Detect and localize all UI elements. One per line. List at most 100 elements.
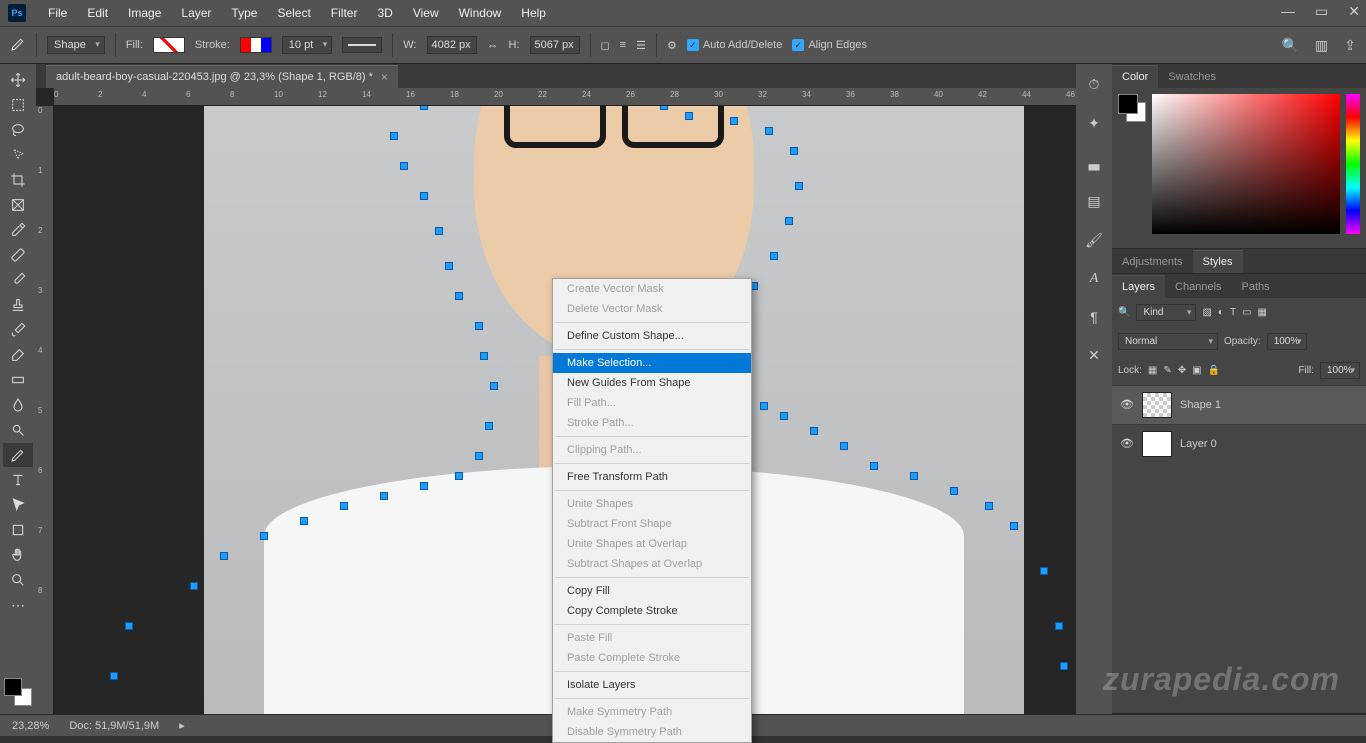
layer-row[interactable]: 👁Shape 1 — [1112, 385, 1366, 424]
anchor-point[interactable] — [490, 382, 498, 390]
tab-paths[interactable]: Paths — [1232, 276, 1280, 298]
anchor-point[interactable] — [190, 582, 198, 590]
menu-file[interactable]: File — [38, 2, 77, 24]
visibility-icon[interactable]: 👁 — [1120, 398, 1134, 412]
path-select-tool[interactable] — [3, 493, 33, 517]
frame-tool[interactable] — [3, 193, 33, 217]
anchor-point[interactable] — [380, 492, 388, 500]
lock-all-icon[interactable]: 🔒 — [1208, 365, 1220, 376]
context-item[interactable]: Free Transform Path — [553, 467, 751, 487]
lock-position-icon[interactable]: ✥ — [1178, 365, 1186, 376]
path-arrange-icon[interactable]: ☰ — [636, 39, 646, 52]
brushes-icon[interactable]: 🖌 — [1085, 232, 1103, 249]
anchor-point[interactable] — [785, 217, 793, 225]
stroke-swatch[interactable] — [240, 37, 272, 53]
type-tool[interactable] — [3, 468, 33, 492]
path-align-icon[interactable]: ≡ — [620, 39, 626, 51]
hand-tool[interactable] — [3, 543, 33, 567]
gear-icon[interactable]: ⚙ — [667, 39, 677, 52]
anchor-point[interactable] — [390, 132, 398, 140]
anchor-point[interactable] — [485, 422, 493, 430]
shape-tool[interactable] — [3, 518, 33, 542]
filter-image-icon[interactable]: ▧ — [1202, 307, 1211, 318]
anchor-point[interactable] — [475, 322, 483, 330]
context-item[interactable]: Isolate Layers — [553, 675, 751, 695]
anchor-point[interactable] — [985, 502, 993, 510]
layer-fill-input[interactable]: 100% — [1320, 362, 1360, 379]
opacity-input[interactable]: 100% — [1267, 333, 1307, 350]
history-icon[interactable]: ⏱ — [1089, 76, 1100, 93]
history-brush-tool[interactable] — [3, 318, 33, 342]
workspace-icon[interactable]: ▥ — [1315, 37, 1328, 54]
lock-transparent-icon[interactable]: ✎ — [1163, 365, 1171, 376]
tab-swatches[interactable]: Swatches — [1158, 66, 1226, 88]
anchor-point[interactable] — [455, 472, 463, 480]
edit-toolbar[interactable]: ⋯ — [3, 593, 33, 617]
anchor-point[interactable] — [795, 182, 803, 190]
tab-color[interactable]: Color — [1112, 65, 1158, 88]
tab-adjustments[interactable]: Adjustments — [1112, 251, 1193, 273]
anchor-point[interactable] — [110, 672, 118, 680]
anchor-point[interactable] — [420, 106, 428, 110]
anchor-point[interactable] — [1040, 567, 1048, 575]
anchor-point[interactable] — [480, 352, 488, 360]
pen-tool[interactable] — [3, 443, 33, 467]
menu-view[interactable]: View — [403, 2, 449, 24]
layer-thumbnail[interactable] — [1142, 431, 1172, 457]
lock-artboard-icon[interactable]: ▣ — [1192, 365, 1201, 376]
menu-type[interactable]: Type — [221, 2, 267, 24]
document-tab[interactable]: adult-beard-boy-casual-220453.jpg @ 23,3… — [46, 65, 398, 88]
context-item[interactable]: Copy Fill — [553, 581, 751, 601]
tab-layers[interactable]: Layers — [1112, 275, 1165, 298]
anchor-point[interactable] — [300, 517, 308, 525]
anchor-point[interactable] — [420, 482, 428, 490]
anchor-point[interactable] — [220, 552, 228, 560]
minimize-icon[interactable]: — — [1281, 3, 1295, 20]
tab-channels[interactable]: Channels — [1165, 276, 1231, 298]
color-picker[interactable] — [1152, 94, 1340, 234]
anchor-point[interactable] — [730, 117, 738, 125]
color-fgbg[interactable] — [1118, 94, 1146, 122]
properties-icon[interactable]: ▤ — [1087, 193, 1100, 210]
share-icon[interactable]: ⇪ — [1344, 37, 1356, 54]
close-tab-icon[interactable]: × — [381, 70, 388, 84]
character-icon[interactable]: A — [1090, 271, 1099, 287]
anchor-point[interactable] — [1010, 522, 1018, 530]
align-edges-checkbox[interactable]: ✓Align Edges — [792, 39, 867, 51]
menu-3d[interactable]: 3D — [367, 2, 402, 24]
histogram-icon[interactable]: ▃ — [1089, 154, 1100, 171]
stroke-style-select[interactable] — [342, 37, 382, 53]
navigator-icon[interactable]: ✦ — [1088, 115, 1100, 132]
height-input[interactable]: 5067 px — [530, 36, 580, 54]
anchor-point[interactable] — [765, 127, 773, 135]
maximize-icon[interactable]: ▭ — [1315, 3, 1328, 20]
crop-tool[interactable] — [3, 168, 33, 192]
menu-image[interactable]: Image — [118, 2, 171, 24]
gradient-tool[interactable] — [3, 368, 33, 392]
anchor-point[interactable] — [770, 252, 778, 260]
filter-type-icon[interactable]: T — [1230, 307, 1236, 318]
brush-tool[interactable] — [3, 268, 33, 292]
layer-row[interactable]: 👁Layer 0 — [1112, 424, 1366, 463]
move-tool[interactable] — [3, 68, 33, 92]
link-dimensions-icon[interactable]: ⇔ — [487, 38, 499, 52]
anchor-point[interactable] — [790, 147, 798, 155]
anchor-point[interactable] — [780, 412, 788, 420]
anchor-point[interactable] — [870, 462, 878, 470]
visibility-icon[interactable]: 👁 — [1120, 437, 1134, 451]
healing-tool[interactable] — [3, 243, 33, 267]
path-ops-icon[interactable]: ◻ — [601, 39, 610, 52]
eyedropper-tool[interactable] — [3, 218, 33, 242]
anchor-point[interactable] — [475, 452, 483, 460]
filter-smart-icon[interactable]: ▦ — [1258, 307, 1267, 318]
tool-presets-icon[interactable]: ✕ — [1088, 347, 1100, 364]
eraser-tool[interactable] — [3, 343, 33, 367]
quick-select-tool[interactable] — [3, 143, 33, 167]
status-expand-icon[interactable]: ▸ — [179, 719, 185, 732]
menu-select[interactable]: Select — [267, 2, 320, 24]
auto-add-delete-checkbox[interactable]: ✓Auto Add/Delete — [687, 39, 783, 51]
context-item[interactable]: New Guides From Shape — [553, 373, 751, 393]
color-swatches[interactable] — [4, 678, 32, 706]
anchor-point[interactable] — [125, 622, 133, 630]
zoom-tool[interactable] — [3, 568, 33, 592]
